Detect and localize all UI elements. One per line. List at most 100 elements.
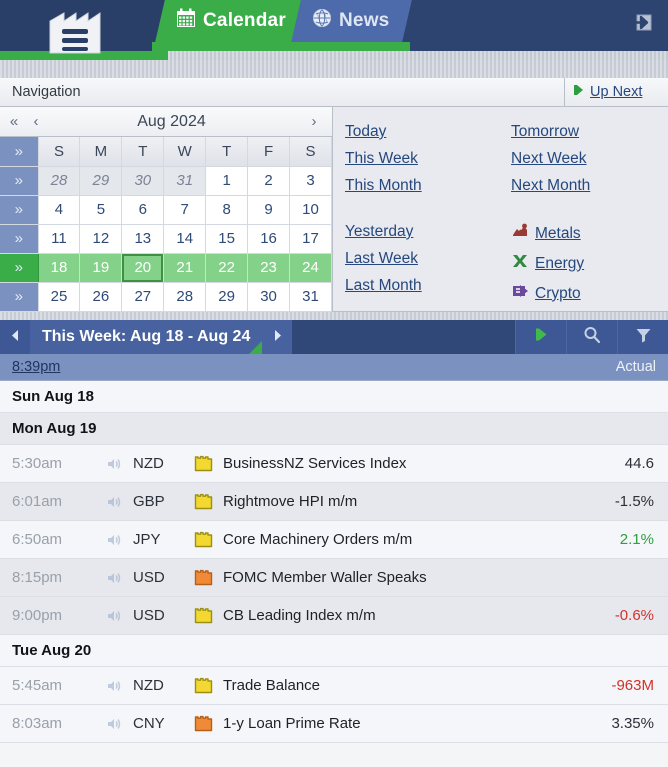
event-title[interactable]: 1-y Loan Prime Rate	[223, 715, 558, 732]
calendar-day-15[interactable]: 15	[205, 224, 249, 254]
quick-link-yesterday[interactable]: Yesterday	[345, 223, 413, 241]
week-select-4[interactable]: »	[0, 282, 39, 312]
search-button[interactable]	[566, 320, 617, 354]
factory-logo-icon[interactable]	[48, 7, 102, 55]
calendar-day-25[interactable]: 25	[38, 282, 81, 312]
impact-folder-icon[interactable]	[183, 493, 223, 510]
dow-wed: W	[163, 137, 207, 167]
week-select-0[interactable]: »	[0, 166, 39, 196]
quick-link-tomorrow[interactable]: Tomorrow	[511, 123, 579, 141]
sound-icon[interactable]	[95, 716, 133, 732]
login-arrow-icon[interactable]	[630, 12, 654, 34]
tab-calendar[interactable]: Calendar	[155, 0, 309, 42]
calendar-day-12[interactable]: 12	[79, 224, 123, 254]
event-row[interactable]: 8:15pm USD FOMC Member Waller Speaks	[0, 559, 668, 597]
chevron-right-icon[interactable]: ›	[296, 113, 332, 130]
calendar-day-11[interactable]: 11	[38, 224, 81, 254]
event-row[interactable]: 9:00pm USD CB Leading Index m/m -0.6%	[0, 597, 668, 635]
sound-icon[interactable]	[95, 608, 133, 624]
sound-icon[interactable]	[95, 678, 133, 694]
calendar-day-23[interactable]: 23	[247, 253, 291, 283]
dow-sun: S	[38, 137, 81, 167]
calendar-day-13[interactable]: 13	[121, 224, 165, 254]
calendar-day-26[interactable]: 26	[79, 282, 123, 312]
calendar-day-24[interactable]: 24	[289, 253, 332, 283]
calendar-day-28[interactable]: 28	[38, 166, 81, 196]
calendar-day-1[interactable]: 1	[205, 166, 249, 196]
chevron-left-icon[interactable]: ‹	[25, 113, 47, 130]
quick-link-today[interactable]: Today	[345, 123, 386, 141]
event-title[interactable]: CB Leading Index m/m	[223, 607, 558, 624]
impact-folder-icon[interactable]	[183, 607, 223, 624]
market-link-metals[interactable]: Metals	[511, 223, 581, 244]
up-next-cell[interactable]: Up Next	[564, 78, 668, 106]
week-select-3[interactable]: »	[0, 253, 39, 283]
tab-news[interactable]: News	[291, 0, 413, 42]
event-title[interactable]: Rightmove HPI m/m	[223, 493, 558, 510]
impact-folder-icon[interactable]	[183, 715, 223, 732]
calendar-day-20[interactable]: 20	[121, 253, 165, 283]
event-row[interactable]: 8:03am CNY 1-y Loan Prime Rate 3.35%	[0, 705, 668, 743]
quick-link-next-month[interactable]: Next Month	[511, 177, 590, 195]
calendar-day-17[interactable]: 17	[289, 224, 332, 254]
calendar-day-7[interactable]: 7	[163, 195, 207, 225]
calendar-day-28[interactable]: 28	[163, 282, 207, 312]
week-select-2[interactable]: »	[0, 224, 39, 254]
sound-icon[interactable]	[95, 494, 133, 510]
sound-icon[interactable]	[95, 532, 133, 548]
next-week-button[interactable]	[262, 320, 293, 354]
quick-link-last-month[interactable]: Last Month	[345, 277, 422, 295]
event-title[interactable]: Core Machinery Orders m/m	[223, 531, 558, 548]
calendar-day-31[interactable]: 31	[289, 282, 332, 312]
week-select-1[interactable]: »	[0, 195, 39, 225]
prev-week-button[interactable]	[0, 320, 30, 354]
calendar-day-19[interactable]: 19	[79, 253, 123, 283]
quick-link-next-week[interactable]: Next Week	[511, 150, 587, 168]
event-row[interactable]: 5:45am NZD Trade Balance -963M	[0, 667, 668, 705]
calendar-day-10[interactable]: 10	[289, 195, 332, 225]
calendar-day-30[interactable]: 30	[247, 282, 291, 312]
market-link-crypto[interactable]: Crypto	[511, 283, 581, 304]
market-link-energy[interactable]: Energy	[511, 253, 584, 274]
quick-links-column-left: Today This Week This Month Yesterday Las…	[345, 123, 511, 311]
calendar-day-4[interactable]: 4	[38, 195, 81, 225]
quick-links-panel: Today This Week This Month Yesterday Las…	[333, 107, 668, 311]
quick-link-this-month[interactable]: This Month	[345, 177, 422, 195]
upnext-button[interactable]	[515, 320, 566, 354]
event-title[interactable]: FOMC Member Waller Speaks	[223, 569, 558, 586]
calendar-day-5[interactable]: 5	[79, 195, 123, 225]
event-title[interactable]: BusinessNZ Services Index	[223, 455, 558, 472]
calendar-day-9[interactable]: 9	[247, 195, 291, 225]
impact-folder-icon[interactable]	[183, 455, 223, 472]
impact-folder-icon[interactable]	[183, 531, 223, 548]
calendar-day-30[interactable]: 30	[121, 166, 165, 196]
event-row[interactable]: 6:01am GBP Rightmove HPI m/m -1.5%	[0, 483, 668, 521]
calendar-day-29[interactable]: 29	[205, 282, 249, 312]
sound-icon[interactable]	[95, 570, 133, 586]
event-time: 8:15pm	[12, 569, 63, 586]
calendar-day-31[interactable]: 31	[163, 166, 207, 196]
double-chevron-left-icon[interactable]: «	[3, 113, 25, 130]
quick-link-this-week[interactable]: This Week	[345, 150, 418, 168]
filter-button[interactable]	[617, 320, 668, 354]
sound-icon[interactable]	[95, 456, 133, 472]
calendar-day-16[interactable]: 16	[247, 224, 291, 254]
quick-link-last-week[interactable]: Last Week	[345, 250, 418, 268]
event-row[interactable]: 6:50am JPY Core Machinery Orders m/m 2.1%	[0, 521, 668, 559]
calendar-day-29[interactable]: 29	[79, 166, 123, 196]
calendar-day-21[interactable]: 21	[163, 253, 207, 283]
event-title[interactable]: Trade Balance	[223, 677, 558, 694]
calendar-day-18[interactable]: 18	[38, 253, 81, 283]
calendar-day-6[interactable]: 6	[121, 195, 165, 225]
calendar-day-22[interactable]: 22	[205, 253, 249, 283]
calendar-day-2[interactable]: 2	[247, 166, 291, 196]
impact-folder-icon[interactable]	[183, 677, 223, 694]
calendar-day-27[interactable]: 27	[121, 282, 165, 312]
calendar-day-14[interactable]: 14	[163, 224, 207, 254]
impact-folder-icon[interactable]	[183, 569, 223, 586]
double-chevron-down-icon[interactable]: »	[0, 137, 39, 167]
calendar-day-3[interactable]: 3	[289, 166, 332, 196]
calendar-day-8[interactable]: 8	[205, 195, 249, 225]
event-row[interactable]: 5:30am NZD BusinessNZ Services Index 44.6	[0, 445, 668, 483]
current-time-label[interactable]: 8:39pm	[12, 359, 60, 375]
